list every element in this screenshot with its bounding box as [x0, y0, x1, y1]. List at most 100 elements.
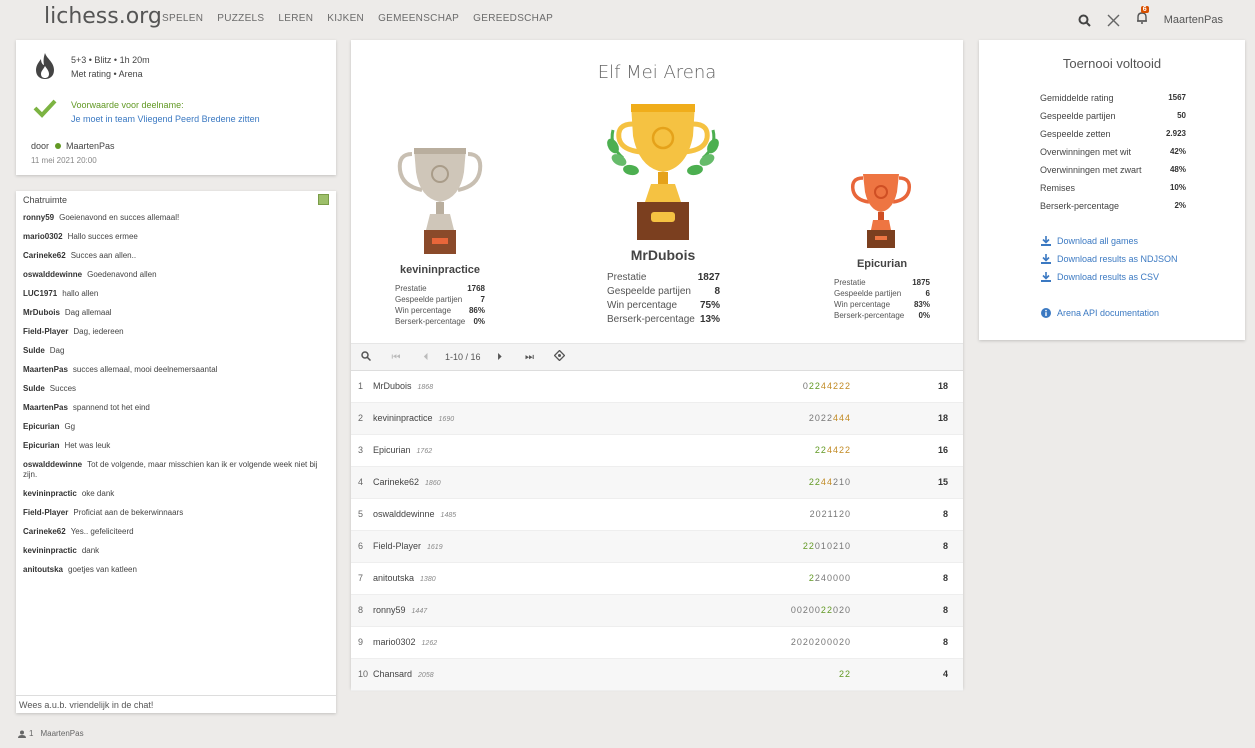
- game-score: 4: [844, 413, 851, 423]
- player-name[interactable]: oswalddewinne: [373, 509, 435, 519]
- notifications[interactable]: 6: [1136, 6, 1149, 29]
- chat-message: MaartenPas succes allemaal, mooi deelneme…: [23, 365, 333, 375]
- chat-username[interactable]: Carineke62: [23, 251, 66, 260]
- standings-row[interactable]: 2 kevininpractice 1690 2022444 18: [351, 403, 963, 435]
- chat-message: Carineke62 Succes aan allen..: [23, 251, 333, 261]
- player-name[interactable]: Field-Player: [373, 541, 421, 551]
- standings-row[interactable]: 5 oswalddewinne 1485 2021120 8: [351, 499, 963, 531]
- game-score: 2: [844, 381, 851, 391]
- chat-text: Het was leuk: [64, 441, 111, 450]
- chat-username[interactable]: Carineke62: [23, 527, 66, 536]
- creator-link[interactable]: MaartenPas: [66, 141, 115, 151]
- chat-username[interactable]: kevininpractic: [23, 489, 77, 498]
- player-name-cell: Carineke62 1860: [373, 477, 441, 487]
- player-total: 8: [942, 637, 948, 647]
- silver-trophy-icon: [397, 148, 483, 254]
- nav-puzzles[interactable]: PUZZELS: [217, 13, 264, 24]
- standings-row[interactable]: 6 Field-Player 1619 22010210 8: [351, 531, 963, 563]
- chat-username[interactable]: LUC1971: [23, 289, 57, 298]
- chat-message: Field-Player Dag, iedereen: [23, 327, 333, 337]
- stat-label: Remises: [1040, 183, 1076, 193]
- player-score-sheet: 22: [839, 669, 851, 679]
- player-name[interactable]: ronny59: [373, 605, 406, 615]
- chat-username[interactable]: MaartenPas: [23, 403, 68, 412]
- chat-username[interactable]: MaartenPas: [23, 365, 68, 374]
- nav-learn[interactable]: LEREN: [278, 13, 313, 24]
- podium-stat-label: Prestatie: [395, 284, 427, 293]
- chat-username[interactable]: ronny59: [23, 213, 54, 222]
- my-position-button[interactable]: [545, 349, 575, 364]
- player-rank: 6: [358, 541, 364, 551]
- player-name[interactable]: anitoutska: [373, 573, 414, 583]
- podium-stat-row: Win percentage 83%: [834, 299, 930, 310]
- chat-input[interactable]: Wees a.u.b. vriendelijk in de chat!: [16, 695, 336, 713]
- first-page-button[interactable]: ⏮: [381, 352, 411, 363]
- tournament-title: Elf Mei Arena: [597, 62, 717, 83]
- standings-row[interactable]: 9 mario0302 1262 2020200020 8: [351, 627, 963, 659]
- player-name[interactable]: kevininpractice: [373, 413, 433, 423]
- player-score-sheet: 2021120: [810, 509, 851, 519]
- chat-username[interactable]: Field-Player: [23, 508, 68, 517]
- second-place-name[interactable]: kevininpractice: [380, 264, 500, 276]
- nav-play[interactable]: SPELEN: [162, 13, 203, 24]
- player-score-sheet: 2020200020: [791, 637, 851, 647]
- spectator-name[interactable]: MaartenPas: [40, 729, 83, 738]
- standings-row[interactable]: 3 Epicurian 1762 224422 16: [351, 435, 963, 467]
- chat-username[interactable]: Field-Player: [23, 327, 68, 336]
- chat-username[interactable]: Sulde: [23, 384, 45, 393]
- nav-tools[interactable]: GEREEDSCHAP: [473, 13, 553, 24]
- user-menu[interactable]: MaartenPas: [1164, 14, 1223, 26]
- player-search-button[interactable]: [351, 350, 381, 364]
- chat-title: Chatruimte: [23, 195, 68, 205]
- third-place-stats: Prestatie 1875 Gespeelde partijen 6 Win perc…: [834, 277, 930, 321]
- chat-username[interactable]: Sulde: [23, 346, 45, 355]
- standings-table: 1 MrDubois 1868 02244222 18 2 kevininpractice 1…: [351, 371, 963, 691]
- download-games-link[interactable]: Download all games: [1041, 236, 1138, 246]
- player-name[interactable]: Chansard: [373, 669, 412, 679]
- chat-username[interactable]: oswalddewinne: [23, 460, 82, 469]
- first-place-name[interactable]: MrDubois: [593, 247, 733, 263]
- chat-username[interactable]: Epicurian: [23, 441, 59, 450]
- chat-toggle-checkbox[interactable]: [318, 194, 329, 205]
- search-icon[interactable]: [1078, 14, 1091, 27]
- challenge-swords-icon[interactable]: [1107, 14, 1120, 27]
- condition-text[interactable]: Je moet in team Vliegend Peerd Bredene z…: [71, 112, 260, 126]
- podium-stat-label: Berserk-percentage: [834, 311, 905, 320]
- stats-table: Gemiddelde rating 1567 Gespeelde partijen 5…: [1040, 89, 1186, 215]
- standings-row[interactable]: 7 anitoutska 1380 2240000 8: [351, 563, 963, 595]
- chat-message: Field-Player Proficiat aan de bekerwinnaa…: [23, 508, 333, 518]
- player-name[interactable]: Carineke62: [373, 477, 419, 487]
- chat-username[interactable]: Epicurian: [23, 422, 59, 431]
- chat-username[interactable]: oswalddewinne: [23, 270, 82, 279]
- chat-username[interactable]: kevininpractic: [23, 546, 77, 555]
- prev-page-button[interactable]: ⏴: [411, 352, 441, 363]
- chat-username[interactable]: MrDubois: [23, 308, 60, 317]
- download-icon: [1041, 236, 1051, 246]
- standings-row[interactable]: 10 Chansard 2058 22 4: [351, 659, 963, 691]
- tournament-setup: 5+3 • Blitz • 1h 20m Met rating • Arena: [71, 53, 150, 81]
- api-docs-link[interactable]: Arena API documentation: [1041, 308, 1159, 318]
- podium-stat-value: 1768: [467, 284, 485, 293]
- player-rating: 1868: [417, 384, 434, 391]
- next-page-button[interactable]: ⏵: [485, 352, 515, 363]
- created-by: door MaartenPas: [31, 141, 115, 151]
- podium-stat-value: 1827: [697, 272, 720, 283]
- last-page-button[interactable]: ⏭: [515, 352, 545, 363]
- download-ndjson-link[interactable]: Download results as NDJSON: [1041, 254, 1178, 264]
- nav-watch[interactable]: KIJKEN: [327, 13, 364, 24]
- player-name[interactable]: Epicurian: [373, 445, 411, 455]
- download-csv-link[interactable]: Download results as CSV: [1041, 272, 1159, 282]
- standings-row[interactable]: 8 ronny59 1447 0020022020 8: [351, 595, 963, 627]
- chat-username[interactable]: anitoutska: [23, 565, 63, 574]
- player-rating: 2058: [418, 672, 434, 679]
- site-logo[interactable]: lichess.org: [44, 4, 162, 29]
- standings-row[interactable]: 4 Carineke62 1860 2244210 15: [351, 467, 963, 499]
- nav-community[interactable]: GEMEENSCHAP: [378, 13, 459, 24]
- chat-username[interactable]: mario0302: [23, 232, 63, 241]
- third-place-name[interactable]: Epicurian: [822, 258, 942, 270]
- player-name[interactable]: MrDubois: [373, 381, 412, 391]
- chat-text: Succes: [49, 384, 77, 393]
- chat-message: oswalddewinne Goedenavond allen: [23, 270, 333, 280]
- player-name[interactable]: mario0302: [373, 637, 416, 647]
- standings-row[interactable]: 1 MrDubois 1868 02244222 18: [351, 371, 963, 403]
